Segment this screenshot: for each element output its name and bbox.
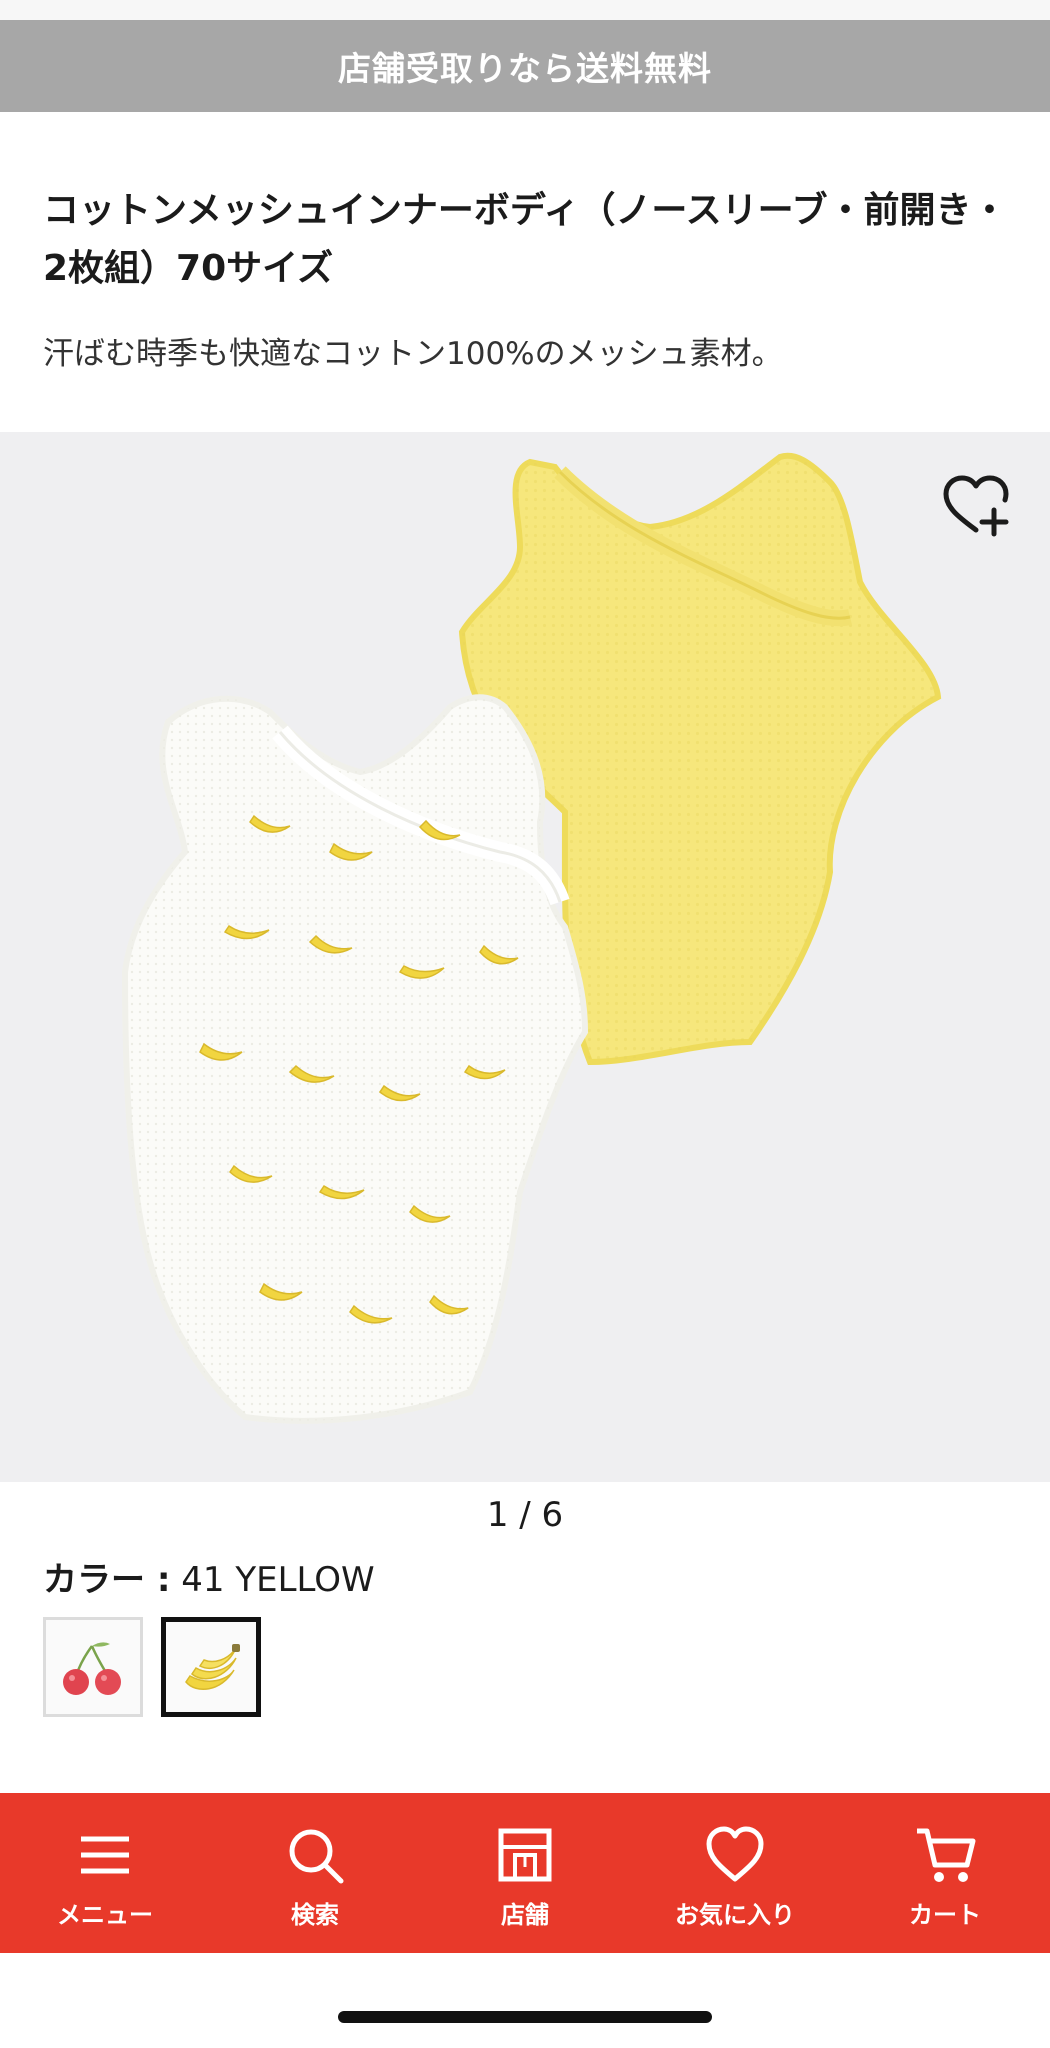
tab-menu-label: メニュー — [57, 1901, 153, 1929]
tab-search[interactable]: 検索 — [210, 1793, 420, 1953]
banana-swatch-icon — [185, 1644, 240, 1690]
product-photo — [121, 452, 942, 1424]
status-bar — [0, 0, 1050, 20]
tab-search-label: 検索 — [291, 1901, 339, 1929]
bottom-tab-bar: メニュー 検索 店舗 お気に入り カート — [0, 1793, 1050, 1953]
color-selection-label: カラー : 41 YELLOW — [43, 1552, 375, 1601]
product-image-gallery[interactable] — [0, 432, 1050, 1482]
tab-store-label: 店舗 — [501, 1901, 549, 1929]
product-title: コットンメッシュインナーボディ（ノースリーブ・前開き・2枚組）70サイズ — [43, 190, 1008, 289]
tab-cart-label: カート — [909, 1901, 981, 1929]
tab-cart[interactable]: カート — [840, 1793, 1050, 1953]
heart-plus-icon[interactable] — [940, 470, 1012, 542]
banner-text: 店舗受取りなら送料無料 — [338, 49, 712, 88]
cherry-swatch-icon — [63, 1642, 121, 1695]
hamburger-icon — [81, 1836, 129, 1874]
tab-store[interactable]: 店舗 — [420, 1793, 630, 1953]
color-label: カラー : — [43, 1560, 171, 1600]
free-shipping-banner[interactable]: 店舗受取りなら送料無料 — [0, 20, 1050, 112]
store-icon — [498, 1828, 552, 1882]
home-indicator — [338, 2011, 712, 2023]
heart-icon — [706, 1826, 764, 1882]
search-icon — [289, 1829, 344, 1884]
color-swatch-banana[interactable] — [161, 1617, 261, 1717]
color-swatch-cherry[interactable] — [43, 1617, 143, 1717]
tab-favorites-label: お気に入り — [675, 1901, 795, 1929]
tab-favorites[interactable]: お気に入り — [630, 1793, 840, 1953]
tab-menu[interactable]: メニュー — [0, 1793, 210, 1953]
product-description: 汗ばむ時季も快適なコットン100%のメッシュ素材。 — [43, 336, 783, 372]
image-counter: 1 / 6 — [486, 1495, 564, 1535]
cart-icon — [917, 1828, 976, 1882]
color-value: 41 YELLOW — [181, 1560, 375, 1600]
